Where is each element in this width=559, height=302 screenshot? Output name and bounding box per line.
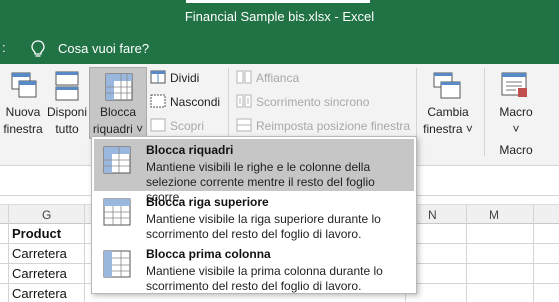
split-label: Dividi [170, 71, 200, 85]
reset-position-label: Reimposta posizione finestra [256, 119, 411, 133]
table-cell[interactable]: Carretera [12, 266, 67, 281]
sync-scroll-icon [236, 94, 252, 108]
switch-windows-label-1: Cambia [427, 105, 469, 119]
gridline [8, 204, 9, 302]
unhide-icon [150, 118, 166, 132]
menu-item-description: Mantiene visibile la riga superiore dura… [146, 212, 381, 241]
freeze-top-row-icon [103, 198, 131, 226]
hide-icon [150, 94, 166, 108]
freeze-panes-icon [103, 146, 131, 174]
menu-item-freeze-first-column[interactable]: Blocca prima colonna Mantiene visibile l… [94, 243, 414, 295]
freeze-panes-icon [105, 73, 133, 101]
hide-label: Nascondi [170, 95, 221, 109]
title-bar: Financial Sample bis.xlsx - Excel [0, 0, 559, 34]
reset-position-icon [236, 118, 252, 132]
column-header-n[interactable]: N [428, 208, 437, 222]
side-by-side-label: Affianca [256, 71, 300, 85]
macro-icon [501, 72, 527, 97]
unhide-label: Scopri [170, 119, 205, 133]
gridline [84, 204, 85, 302]
switch-windows-label-2: finestra ˅ [423, 122, 473, 136]
menu-item-title: Blocca riquadri [146, 143, 234, 157]
macro-group-label: Macro [499, 143, 533, 157]
arrange-all-label-2: tutto [55, 122, 79, 136]
side-by-side-icon [236, 70, 252, 84]
freeze-panes-menu: Blocca riquadri Mantiene visibili le rig… [91, 136, 417, 294]
freeze-panes-label-1: Blocca [99, 105, 137, 119]
table-cell[interactable]: Carretera [12, 246, 67, 261]
split-icon [150, 70, 166, 84]
freeze-panes-button[interactable]: Blocca riquadri ˅ [89, 67, 147, 139]
lightbulb-icon[interactable] [30, 39, 46, 62]
menu-item-freeze-top-row[interactable]: Blocca riga superiore Mantiene visibile … [94, 191, 414, 243]
new-window-label-1: Nuova [5, 105, 41, 119]
tell-me-prefix: : [2, 40, 6, 55]
arrange-all-label-1: Disponi [46, 105, 88, 119]
tell-me-bar: : Cosa vuoi fare? [0, 34, 559, 64]
gridline [533, 204, 534, 302]
tell-me-input[interactable]: Cosa vuoi fare? [58, 41, 149, 56]
sync-scroll-label: Scorrimento sincrono [256, 95, 370, 109]
switch-windows-icon [433, 72, 461, 99]
menu-item-freeze-panes[interactable]: Blocca riquadri Mantiene visibili le rig… [94, 139, 414, 204]
column-header-m[interactable]: M [489, 208, 499, 222]
menu-item-description: Mantiene visibile la prima colonna duran… [146, 264, 383, 293]
freeze-first-column-icon [103, 250, 131, 278]
ribbon-separator [484, 68, 485, 156]
macro-label-2: ˅ [512, 122, 520, 136]
arrange-all-icon [55, 71, 79, 101]
title-accent-bar [186, 0, 370, 3]
header-cell-product[interactable]: Product [12, 226, 61, 241]
column-header-g[interactable]: G [42, 208, 51, 222]
macro-label-1: Macro [499, 105, 533, 119]
new-window-icon [11, 72, 37, 98]
gridline [466, 204, 467, 302]
menu-item-title: Blocca riga superiore [146, 195, 269, 209]
table-cell[interactable]: Carretera [12, 286, 67, 301]
menu-item-title: Blocca prima colonna [146, 247, 271, 261]
window-title: Financial Sample bis.xlsx - Excel [184, 9, 375, 24]
new-window-label-2: finestra [3, 122, 43, 136]
